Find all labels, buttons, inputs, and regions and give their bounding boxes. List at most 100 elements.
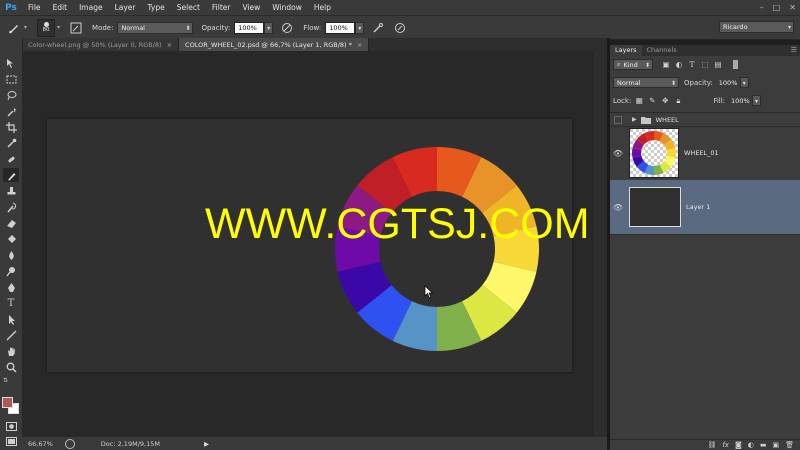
filter-smart-object-icon[interactable]: ▤ [713, 60, 723, 70]
tab-color-wheel-psd[interactable]: COLOR_WHEEL_02.psd @ 66,7% (Layer 1, RGB… [179, 38, 370, 51]
menu-view[interactable]: View [236, 3, 266, 12]
brush-size-chevron-icon[interactable]: ▾ [57, 24, 60, 31]
healing-brush-tool-icon[interactable] [3, 152, 19, 166]
link-layers-icon[interactable]: ⛓ [707, 441, 716, 449]
panel-menu-icon[interactable]: ☰ [791, 45, 797, 56]
maximize-button[interactable]: □ [773, 3, 781, 12]
preset-chevron-down-icon[interactable]: ▾ [24, 24, 27, 31]
filter-pixel-icon[interactable]: ▣ [661, 60, 671, 70]
pressure-opacity-icon[interactable] [279, 20, 295, 36]
blend-mode-select[interactable]: Normal ⬍ [613, 77, 679, 88]
filter-shape-icon[interactable]: ⬚ [700, 60, 710, 70]
menu-window[interactable]: Window [266, 3, 308, 12]
mode-select[interactable]: Normal ⬍ [117, 21, 194, 34]
history-brush-tool-icon[interactable] [3, 200, 19, 214]
menu-help[interactable]: Help [308, 3, 337, 12]
layers-panel-footer: ⛓ fx ◙ ◐ ▬ ▣ 🗑︎ [610, 439, 800, 450]
fill-dropdown[interactable]: ▾ [752, 95, 762, 106]
menu-filter[interactable]: Filter [206, 3, 237, 12]
fx-icon[interactable]: fx [722, 441, 729, 449]
pen-tool-icon[interactable] [3, 280, 19, 294]
filter-type-icon[interactable]: T [687, 60, 697, 70]
layer-opacity-input[interactable]: 100% [715, 77, 740, 88]
layer-row-wheel-01[interactable]: 👁︎ WHEEL_01 [610, 126, 800, 181]
filter-adjustment-icon[interactable]: ◐ [674, 60, 684, 70]
filter-toggle-switch[interactable] [733, 60, 738, 69]
pressure-size-icon[interactable] [392, 20, 408, 36]
tab-channels[interactable]: Channels [642, 45, 682, 56]
menu-layer[interactable]: Layer [109, 3, 142, 12]
canvas-area[interactable]: WWW.CGTSJ.COM [22, 51, 607, 437]
fill-input[interactable]: 100% [728, 95, 753, 106]
flow-dropdown[interactable]: ▾ [355, 21, 365, 34]
opacity-input[interactable]: 100% [234, 21, 265, 34]
brush-size-picker[interactable]: 80 [37, 18, 56, 37]
menu-file[interactable]: File [22, 3, 47, 12]
filter-kind-value: Kind [623, 60, 638, 69]
filter-kind-select[interactable]: ⌕ Kind ⬍ [613, 59, 653, 70]
move-tool-icon[interactable] [3, 56, 19, 70]
blur-tool-icon[interactable] [3, 248, 19, 262]
lock-position-icon[interactable]: ✥ [660, 96, 670, 106]
vertical-scrollbar[interactable] [594, 51, 607, 437]
dodge-tool-icon[interactable] [3, 264, 19, 278]
close-tab-icon[interactable]: × [167, 41, 172, 49]
marquee-tool-icon[interactable] [3, 72, 19, 86]
screen-mode-icon[interactable] [3, 434, 19, 448]
eraser-tool-icon[interactable] [3, 216, 19, 230]
lasso-tool-icon[interactable] [3, 88, 19, 102]
add-mask-icon[interactable]: ◙ [735, 441, 742, 449]
brush-tool-icon[interactable] [3, 168, 19, 182]
hand-tool-icon[interactable] [3, 344, 19, 358]
magic-wand-tool-icon[interactable] [3, 104, 19, 118]
brush-tool-preset-icon[interactable] [6, 20, 22, 36]
document-profile-icon[interactable] [64, 438, 75, 449]
zoom-tool-icon[interactable] [3, 360, 19, 374]
new-group-folder-icon[interactable]: ▬ [760, 441, 767, 449]
layer-row-layer-1[interactable]: 👁︎ Layer 1 [610, 180, 800, 235]
lock-image-pixels-icon[interactable]: ✎ [647, 96, 657, 106]
path-selection-tool-icon[interactable] [3, 312, 19, 326]
swap-colors-icon[interactable]: ⇅ [3, 377, 8, 384]
paint-bucket-tool-icon[interactable] [3, 232, 19, 246]
opacity-dropdown[interactable]: ▾ [264, 21, 274, 34]
adjustment-layer-icon[interactable]: ◐ [748, 441, 754, 449]
menu-edit[interactable]: Edit [47, 3, 74, 12]
minimize-button[interactable]: – [760, 3, 764, 12]
new-layer-icon[interactable]: ▣ [772, 441, 779, 449]
eyedropper-tool-icon[interactable] [3, 136, 19, 150]
window-controls: – □ ✕ [760, 0, 796, 15]
layers-list: ▶ WHEEL 👁︎ WHEEL_01 👁︎ Layer 1 [610, 112, 800, 440]
status-arrow-icon[interactable]: ▶ [204, 440, 209, 448]
chevron-down-icon: ⬍ [670, 80, 676, 87]
mouse-cursor-icon [424, 285, 434, 299]
lock-transparent-pixels-icon[interactable]: ▦ [634, 96, 644, 106]
menu-image[interactable]: Image [73, 3, 109, 12]
eye-icon[interactable]: 👁︎ [610, 149, 626, 158]
layer-row-wheel-group[interactable]: ▶ WHEEL [610, 113, 800, 127]
close-tab-icon[interactable]: × [357, 41, 362, 49]
zoom-level[interactable]: 66,67% [28, 440, 53, 448]
type-tool-icon[interactable]: T [3, 296, 19, 310]
foreground-color-swatch[interactable] [2, 397, 13, 408]
quick-mask-icon[interactable] [3, 419, 19, 433]
tab-color-wheel-png[interactable]: Color-wheel.png @ 50% (Layer 0, RGB/8) × [22, 38, 180, 51]
group-expand-arrow-icon[interactable]: ▶ [632, 116, 637, 123]
lock-all-icon[interactable]: 🔒︎ [673, 96, 683, 106]
trash-icon[interactable]: 🗑︎ [785, 441, 794, 449]
crop-tool-icon[interactable] [3, 120, 19, 134]
brush-panel-toggle-icon[interactable] [68, 20, 84, 36]
menu-select[interactable]: Select [171, 3, 206, 12]
close-button[interactable]: ✕ [789, 3, 796, 12]
visibility-toggle-empty[interactable] [614, 115, 622, 124]
mode-value: Normal [121, 23, 145, 32]
tab-layers[interactable]: Layers [610, 45, 642, 56]
workspace-select[interactable]: Ricardo ▾ [719, 21, 794, 33]
line-tool-icon[interactable] [3, 328, 19, 342]
layer-opacity-dropdown[interactable]: ▾ [739, 77, 749, 88]
menu-type[interactable]: Type [142, 3, 171, 12]
clone-stamp-tool-icon[interactable] [3, 184, 19, 198]
flow-input[interactable]: 100% [325, 21, 356, 34]
airbrush-icon[interactable] [370, 20, 386, 36]
eye-icon[interactable]: 👁︎ [610, 203, 626, 212]
